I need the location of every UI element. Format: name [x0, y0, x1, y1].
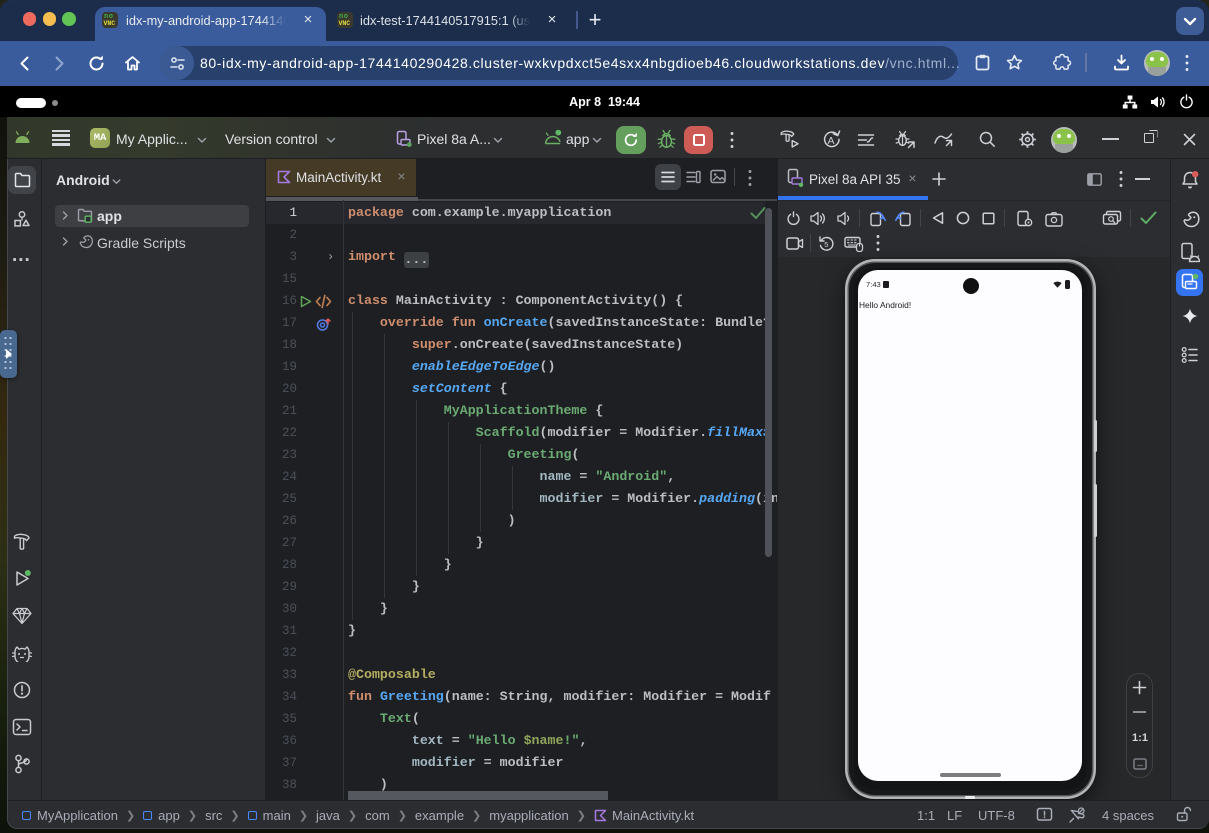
svg-text:5: 5	[824, 240, 828, 249]
svg-text:A: A	[828, 135, 835, 147]
